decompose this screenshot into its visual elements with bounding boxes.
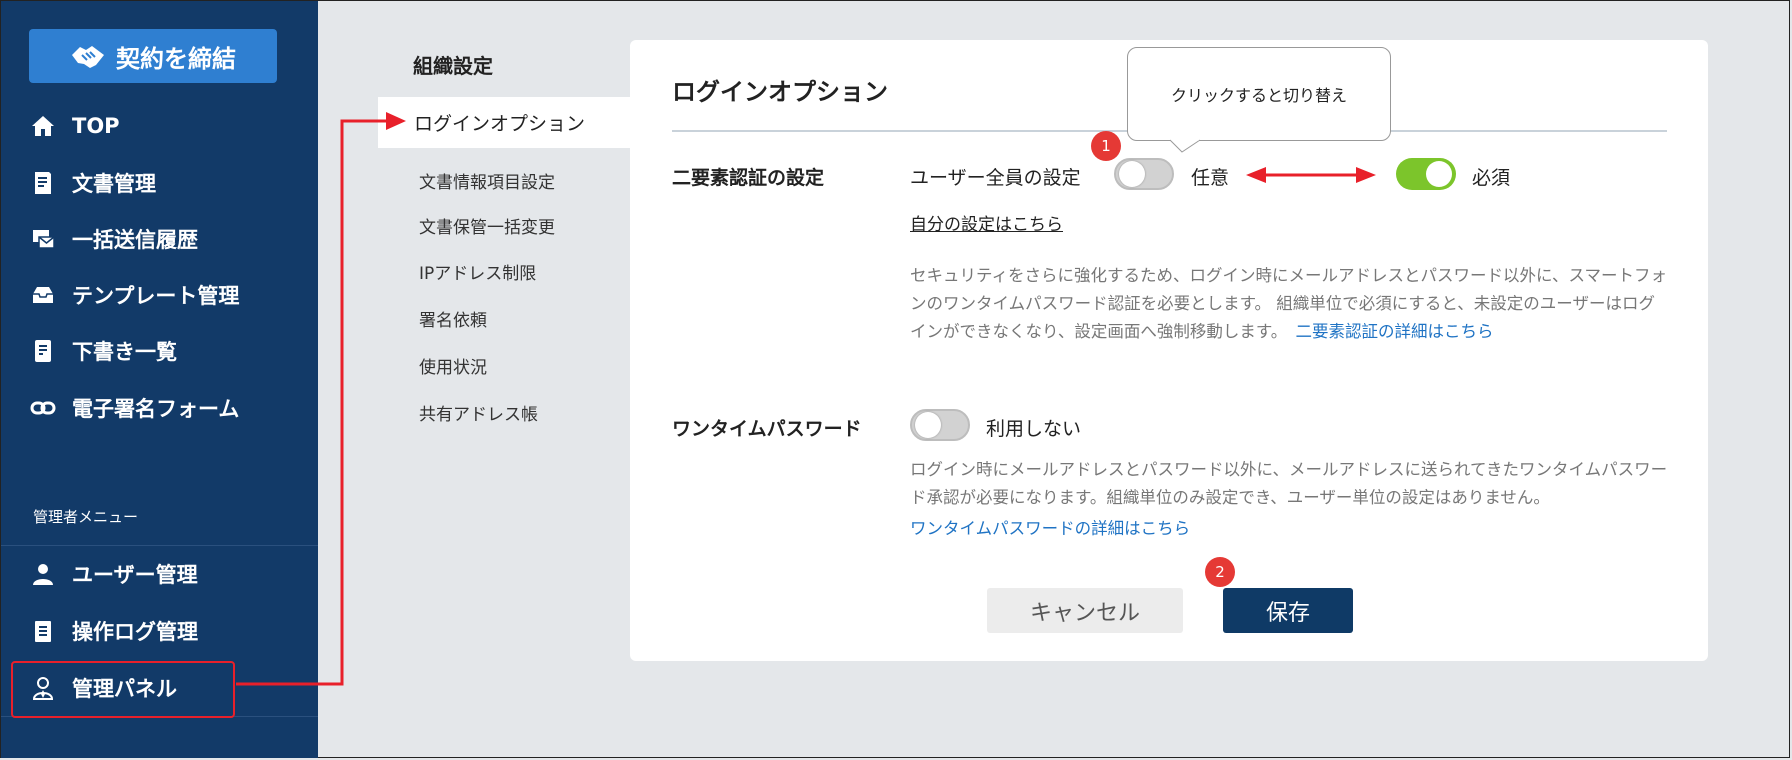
submenu-item[interactable]: IPアドレス制限 xyxy=(419,259,536,284)
nav-item-label: ユーザー管理 xyxy=(72,563,198,587)
submenu-item[interactable]: 文書情報項目設定 xyxy=(419,168,555,193)
page-title: ログインオプション xyxy=(672,78,888,106)
one-time-password-details-link[interactable]: ワンタイムパスワードの詳細はこちら xyxy=(910,519,1190,538)
nav-item-label: 電子署名フォーム xyxy=(72,397,240,421)
nav-item-label: TOP xyxy=(72,114,120,138)
toggle-knob xyxy=(1119,161,1145,187)
nav-item-label: 操作ログ管理 xyxy=(72,620,198,644)
tooltip-callout: クリックすると切り替え xyxy=(1127,47,1391,141)
submenu-item[interactable]: 文書保管一括変更 xyxy=(419,213,555,238)
user-icon xyxy=(28,559,58,589)
divider xyxy=(1,545,318,546)
annotation-badge-2: 2 xyxy=(1205,557,1235,587)
one-time-password-description: ログイン時にメールアドレスとパスワード以外に、メールアドレスに送られてきたワンタ… xyxy=(910,460,1668,507)
nav-item-bulk-history[interactable]: 一括送信履歴 xyxy=(1,214,318,264)
nav-item-top[interactable]: TOP xyxy=(1,101,318,151)
nav-item-documents[interactable]: 文書管理 xyxy=(1,158,318,208)
bulk-send-icon xyxy=(28,224,58,254)
contract-button-label: 契約を締結 xyxy=(116,44,236,73)
two-factor-label: 二要素認証の設定 xyxy=(672,167,825,189)
own-settings-link[interactable]: 自分の設定はこちら xyxy=(910,210,1063,235)
two-factor-description: セキュリティをさらに強化するため、ログイン時にメールアドレスとパスワード以外に、… xyxy=(910,262,1670,346)
toggle-knob xyxy=(915,412,941,438)
nav-item-label: テンプレート管理 xyxy=(72,284,240,308)
draft-icon xyxy=(28,336,58,366)
toggle-knob xyxy=(1426,161,1452,187)
log-icon xyxy=(28,616,58,646)
sidebar: 契約を締結 TOP 文書管理 一括送信履歴 テンプレート管理 下書き一覧 電子署… xyxy=(1,1,318,758)
all-users-setting-label: ユーザー全員の設定 xyxy=(910,167,1081,189)
submenu-item[interactable]: 使用状況 xyxy=(419,353,487,378)
two-factor-toggle-on[interactable] xyxy=(1396,158,1456,190)
template-icon xyxy=(28,280,58,310)
submenu-item-login-options[interactable]: ログインオプション xyxy=(378,97,630,148)
admin-menu-label: 管理者メニュー xyxy=(33,508,139,526)
one-time-password-toggle[interactable] xyxy=(910,409,970,441)
one-time-password-details-link-row: ワンタイムパスワードの詳細はこちら xyxy=(910,515,1190,543)
contract-button[interactable]: 契約を締結 xyxy=(29,29,277,83)
save-button[interactable]: 保存 xyxy=(1223,588,1353,633)
nav-item-user-management[interactable]: ユーザー管理 xyxy=(1,549,318,599)
annotation-highlight-box xyxy=(11,661,235,718)
required-label: 必須 xyxy=(1472,167,1511,189)
nav-item-label: 文書管理 xyxy=(72,172,156,196)
handshake-icon xyxy=(72,46,104,68)
two-factor-details-link[interactable]: 二要素認証の詳細はこちら xyxy=(1295,322,1493,341)
document-icon xyxy=(28,168,58,198)
cancel-button[interactable]: キャンセル xyxy=(987,588,1183,633)
submenu-title: 組織設定 xyxy=(413,54,493,78)
submenu-item[interactable]: 署名依頼 xyxy=(419,306,487,331)
nav-item-operation-log[interactable]: 操作ログ管理 xyxy=(1,606,318,656)
one-time-password-label: ワンタイムパスワード xyxy=(672,418,862,440)
two-factor-description-text: セキュリティをさらに強化するため、ログイン時にメールアドレスとパスワード以外に、… xyxy=(910,266,1668,341)
nav-item-templates[interactable]: テンプレート管理 xyxy=(1,270,318,320)
nav-item-label: 下書き一覧 xyxy=(72,340,177,364)
nav-item-esign-form[interactable]: 電子署名フォーム xyxy=(1,383,318,433)
nav-item-label: 一括送信履歴 xyxy=(72,228,198,252)
home-icon xyxy=(28,111,58,141)
two-factor-toggle-off[interactable] xyxy=(1114,158,1174,190)
optional-label: 任意 xyxy=(1191,167,1230,189)
annotation-badge-1: 1 xyxy=(1091,131,1121,161)
one-time-password-state: 利用しない xyxy=(986,418,1082,440)
submenu-item[interactable]: 共有アドレス帳 xyxy=(419,400,538,425)
nav-item-drafts[interactable]: 下書き一覧 xyxy=(1,326,318,376)
link-icon xyxy=(28,393,58,423)
